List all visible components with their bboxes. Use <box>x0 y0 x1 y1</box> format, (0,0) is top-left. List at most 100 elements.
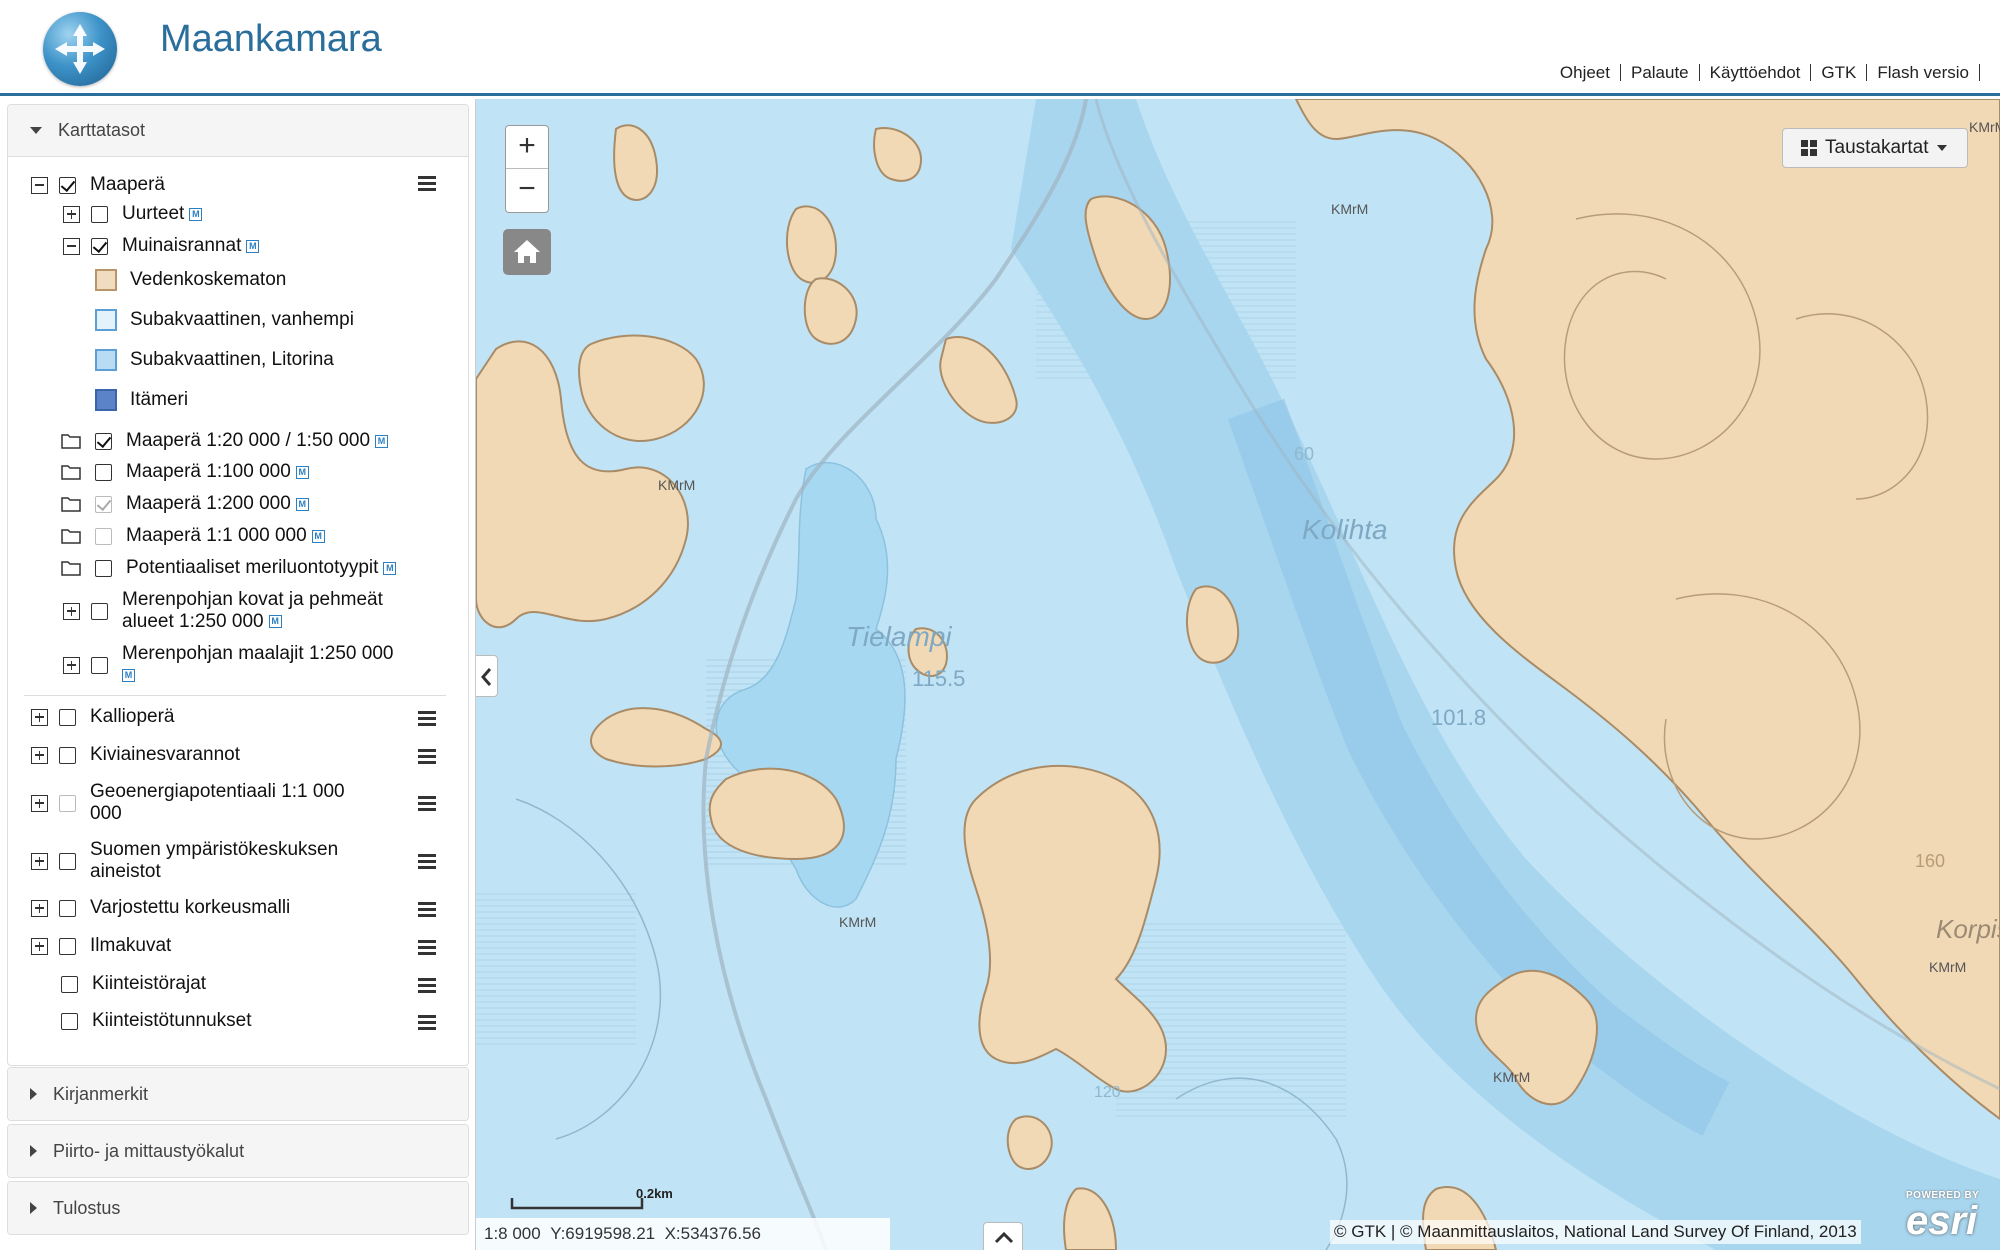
expand-bottom-button[interactable] <box>983 1222 1023 1250</box>
geoenergia-label: Geoenergiapotentiaali 1:1 000 000 <box>90 781 345 824</box>
metadata-icon[interactable]: M <box>311 529 325 543</box>
geoenergia-checkbox[interactable] <box>59 794 76 812</box>
map-view[interactable]: KMrM KMrM KMrM KMrM KMrM KMrM Tielampi 1… <box>476 99 2000 1250</box>
expand-icon[interactable] <box>31 794 48 812</box>
layer-maapera-100000: Maaperä 1:100 000 M <box>61 461 309 483</box>
link-ohjeet[interactable]: Ohjeet <box>1550 64 1621 81</box>
merenpohjan-kovat-checkbox[interactable] <box>91 602 108 620</box>
link-kayttoehdot[interactable]: Käyttöehdot <box>1700 64 1812 81</box>
layer-kalliopera: Kallioperä <box>31 706 175 728</box>
esri-logo: POWERED BY esri <box>1906 1190 1996 1250</box>
map-contour-label: 120 <box>1094 1084 1121 1101</box>
link-gtk[interactable]: GTK <box>1811 64 1868 81</box>
maapera-1000000-checkbox[interactable] <box>95 527 112 545</box>
tools-panel-header[interactable]: Piirto- ja mittaustyökalut <box>8 1125 468 1177</box>
print-panel[interactable]: Tulostus <box>7 1181 469 1235</box>
link-palaute[interactable]: Palaute <box>1621 64 1700 81</box>
ilmakuvat-checkbox[interactable] <box>59 937 76 955</box>
expand-icon[interactable] <box>31 708 48 726</box>
kiinteistorajat-checkbox[interactable] <box>61 975 78 993</box>
bookmarks-panel[interactable]: Kirjanmerkit <box>7 1067 469 1121</box>
legend-item: Vedenkoskematon <box>95 269 286 291</box>
expand-icon[interactable] <box>63 205 80 223</box>
layer-syke: Suomen ympäristökeskuksen aineistot <box>31 839 338 883</box>
kalliopera-checkbox[interactable] <box>59 708 76 726</box>
kiinteistotunnukset-checkbox[interactable] <box>61 1012 78 1030</box>
bookmarks-panel-title: Kirjanmerkit <box>53 1083 149 1104</box>
map-canvas[interactable] <box>476 99 2000 1250</box>
metadata-icon[interactable]: M <box>295 497 309 511</box>
zoom-out-button[interactable]: − <box>506 169 548 212</box>
ilmakuvat-menu-icon[interactable] <box>418 940 436 955</box>
maapera-100000-checkbox[interactable] <box>95 463 112 481</box>
metadata-icon[interactable]: M <box>383 561 397 575</box>
merenpohjan-maalajit-checkbox[interactable] <box>91 656 108 674</box>
collapse-icon[interactable] <box>63 237 80 255</box>
kiviaines-checkbox[interactable] <box>59 746 76 764</box>
caret-down-icon <box>1936 145 1947 151</box>
layer-muinaisrannat: Muinaisrannat M <box>63 235 260 257</box>
collapse-icon[interactable] <box>31 176 48 194</box>
metadata-icon[interactable]: M <box>375 434 389 448</box>
layer-geoenergia: Geoenergiapotentiaali 1:1 000 000 <box>31 781 345 825</box>
basemap-button[interactable]: Taustakartat <box>1782 128 1968 168</box>
maapera-200000-checkbox[interactable] <box>95 495 112 513</box>
folder-icon[interactable] <box>61 496 81 512</box>
syke-label: Suomen ympäristökeskuksen aineistot <box>90 839 339 882</box>
layer-maapera-200000: Maaperä 1:200 000 M <box>61 493 309 515</box>
app-header: Maankamara Ohjeet Palaute Käyttöehdot GT… <box>0 0 2000 96</box>
metadata-icon[interactable]: M <box>295 465 309 479</box>
link-flash-versio[interactable]: Flash versio <box>1867 64 1980 81</box>
gtk-logo[interactable] <box>43 12 117 86</box>
chevron-up-icon <box>994 1231 1014 1244</box>
folder-icon[interactable] <box>61 464 81 480</box>
expand-icon[interactable] <box>63 602 80 620</box>
map-place-label: Kolihta <box>1302 514 1388 545</box>
maapera-20000-checkbox[interactable] <box>95 432 112 450</box>
muinaisrannat-checkbox[interactable] <box>91 237 108 255</box>
layers-panel-header[interactable]: Karttatasot <box>8 105 468 157</box>
caret-right-icon <box>30 1088 37 1100</box>
metadata-icon[interactable]: M <box>189 207 203 221</box>
print-panel-header[interactable]: Tulostus <box>8 1182 468 1234</box>
collapse-sidebar-button[interactable] <box>476 655 498 697</box>
potentiaaliset-checkbox[interactable] <box>95 559 112 577</box>
tools-panel-title: Piirto- ja mittaustyökalut <box>53 1140 245 1161</box>
zoom-in-button[interactable]: + <box>506 126 548 169</box>
syke-checkbox[interactable] <box>59 852 76 870</box>
tools-panel[interactable]: Piirto- ja mittaustyökalut <box>7 1124 469 1178</box>
layer-potentiaaliset: Potentiaaliset meriluontotyypit M <box>61 557 397 579</box>
uurteet-label: Uurteet <box>122 203 185 224</box>
metadata-icon[interactable]: M <box>268 615 282 629</box>
legend-item: Itämeri <box>95 389 188 411</box>
kalliopera-menu-icon[interactable] <box>418 711 436 726</box>
folder-icon[interactable] <box>61 528 81 544</box>
legend-swatch <box>95 389 117 411</box>
caret-right-icon <box>30 1145 37 1157</box>
expand-icon[interactable] <box>63 656 80 674</box>
folder-icon[interactable] <box>61 560 81 576</box>
expand-icon[interactable] <box>31 746 48 764</box>
maapera-menu-icon[interactable] <box>418 176 436 191</box>
map-place-label: Tielampi <box>846 621 952 652</box>
kiinteistotunnukset-menu-icon[interactable] <box>418 1015 436 1030</box>
varjostettu-menu-icon[interactable] <box>418 902 436 917</box>
metadata-icon[interactable]: M <box>122 669 135 683</box>
expand-icon[interactable] <box>31 937 48 955</box>
kiinteistorajat-menu-icon[interactable] <box>418 978 436 993</box>
layer-maapera-20000: Maaperä 1:20 000 / 1:50 000 M <box>61 430 389 452</box>
syke-menu-icon[interactable] <box>418 854 436 869</box>
folder-icon[interactable] <box>61 433 81 449</box>
kiviaines-menu-icon[interactable] <box>418 749 436 764</box>
home-button[interactable] <box>503 229 551 275</box>
varjostettu-checkbox[interactable] <box>59 899 76 917</box>
maapera-checkbox[interactable] <box>59 176 76 194</box>
map-attribution: © GTK | © Maanmittauslaitos, National La… <box>1330 1220 1861 1244</box>
metadata-icon[interactable]: M <box>246 239 260 253</box>
uurteet-checkbox[interactable] <box>91 205 108 223</box>
expand-icon[interactable] <box>31 852 48 870</box>
expand-icon[interactable] <box>31 899 48 917</box>
geoenergia-menu-icon[interactable] <box>418 796 436 811</box>
chevron-left-icon <box>481 668 492 686</box>
bookmarks-panel-header[interactable]: Kirjanmerkit <box>8 1068 468 1120</box>
